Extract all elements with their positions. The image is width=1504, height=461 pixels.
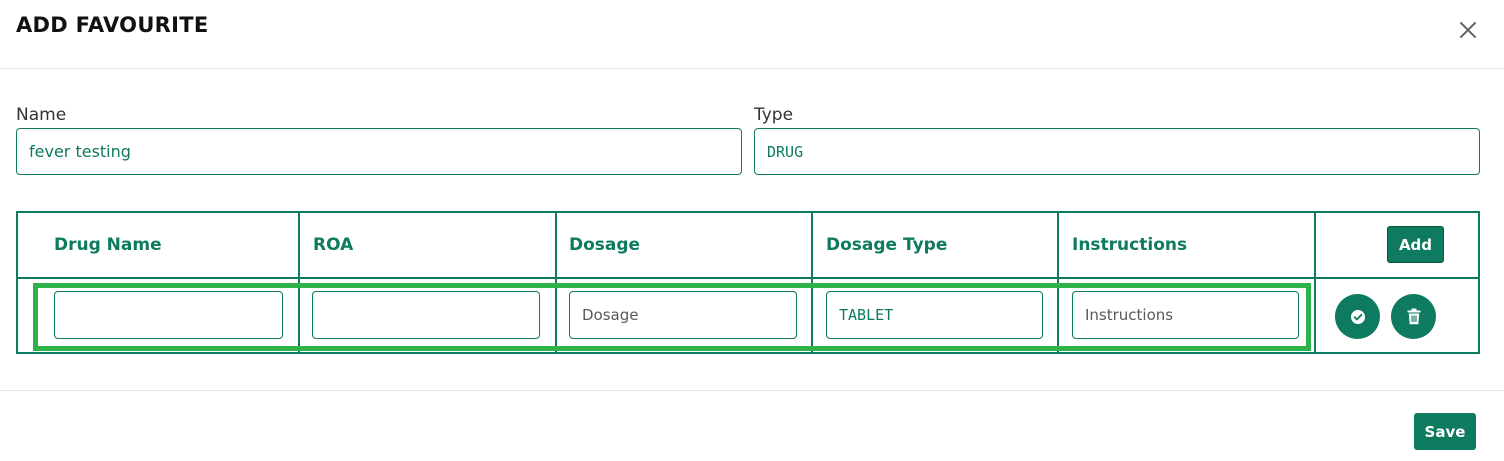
check-circle-icon bbox=[1350, 309, 1365, 324]
modal-title: ADD FAVOURITE bbox=[16, 13, 209, 37]
dosage-input[interactable] bbox=[569, 291, 797, 339]
column-header-dosage-type: Dosage Type bbox=[826, 235, 948, 255]
footer-divider bbox=[0, 390, 1504, 391]
column-header-drug-name: Drug Name bbox=[54, 235, 162, 255]
column-divider bbox=[298, 213, 300, 352]
trash-icon bbox=[1407, 308, 1420, 325]
name-input[interactable] bbox=[16, 128, 742, 175]
delete-row-button[interactable] bbox=[1391, 294, 1436, 339]
type-input[interactable] bbox=[754, 128, 1480, 175]
column-divider bbox=[555, 213, 557, 352]
column-header-dosage: Dosage bbox=[569, 235, 641, 255]
column-divider bbox=[1057, 213, 1059, 352]
save-button[interactable]: Save bbox=[1414, 413, 1476, 450]
roa-input[interactable] bbox=[312, 291, 540, 339]
column-divider bbox=[811, 213, 813, 352]
column-divider bbox=[1314, 213, 1316, 352]
type-label: Type bbox=[754, 105, 794, 125]
modal-header: ADD FAVOURITE bbox=[0, 0, 1504, 69]
drug-table: Drug Name ROA Dosage Dosage Type Instruc… bbox=[16, 211, 1480, 354]
dosage-type-input[interactable] bbox=[826, 291, 1043, 339]
close-icon[interactable] bbox=[1456, 18, 1480, 42]
drug-name-input[interactable] bbox=[54, 291, 283, 339]
table-divider bbox=[18, 277, 1478, 279]
add-row-button[interactable]: Add bbox=[1387, 226, 1444, 263]
instructions-input[interactable] bbox=[1072, 291, 1299, 339]
column-header-instructions: Instructions bbox=[1072, 235, 1188, 255]
confirm-row-button[interactable] bbox=[1335, 294, 1380, 339]
name-label: Name bbox=[16, 105, 67, 125]
column-header-roa: ROA bbox=[313, 235, 354, 255]
